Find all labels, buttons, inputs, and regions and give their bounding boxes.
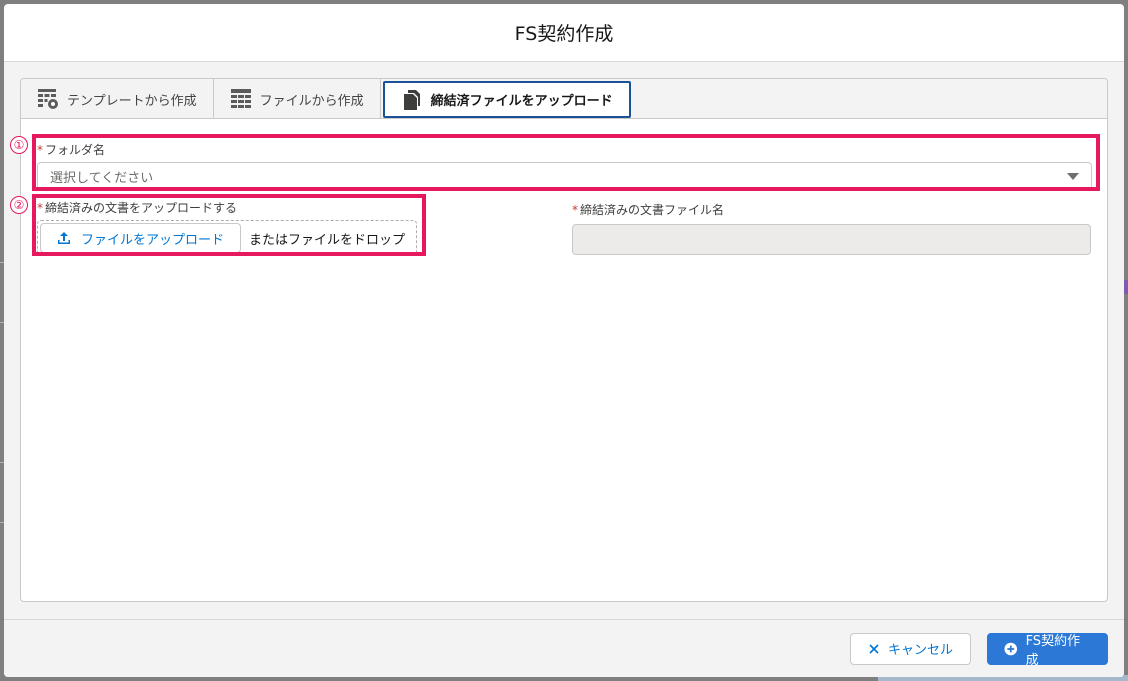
cancel-button[interactable]: キャンセル	[850, 632, 971, 665]
modal-footer: キャンセル FS契約作成	[4, 619, 1124, 677]
close-icon	[869, 643, 879, 654]
annotation-box-2	[32, 194, 426, 256]
modal-header: FS契約作成	[4, 4, 1124, 62]
create-label: FS契約作成	[1025, 633, 1081, 668]
template-table-icon	[38, 89, 58, 109]
tab-content	[21, 119, 1107, 601]
filename-label-text: 締結済みの文書ファイル名	[580, 203, 725, 217]
tab-from-file[interactable]: ファイルから作成	[214, 79, 381, 119]
table-grid-icon	[230, 89, 251, 108]
tab-upload-signed-file[interactable]: 締結済ファイルをアップロード	[382, 81, 631, 118]
create-contract-modal: FS契約作成 テンプレートから作成 ファイルから作成 締結済ファイルをアップロー…	[4, 4, 1124, 677]
filename-label: * 締結済みの文書ファイル名	[572, 201, 1092, 218]
tabset: テンプレートから作成 ファイルから作成 締結済ファイルをアップロード * フォル…	[10, 78, 1108, 602]
copy-document-icon	[403, 89, 420, 110]
annotation-marker-1: ①	[10, 136, 28, 154]
add-circle-icon	[1004, 642, 1018, 655]
annotation-box-1	[32, 134, 1100, 191]
tab-label: テンプレートから作成	[67, 93, 197, 109]
annotation-marker-2: ②	[10, 196, 28, 214]
modal-title: FS契約作成	[514, 23, 614, 45]
cancel-label: キャンセル	[887, 643, 953, 658]
tab-label: ファイルから作成	[259, 93, 364, 109]
filename-field: * 締結済みの文書ファイル名	[572, 201, 1092, 255]
tab-label: 締結済ファイルをアップロード	[430, 94, 613, 109]
create-contract-button[interactable]: FS契約作成	[987, 632, 1108, 668]
tab-from-template[interactable]: テンプレートから作成	[21, 79, 214, 119]
modal-body: テンプレートから作成 ファイルから作成 締結済ファイルをアップロード * フォル…	[4, 62, 1124, 619]
filename-input[interactable]	[572, 224, 1091, 255]
tab-bar: テンプレートから作成 ファイルから作成 締結済ファイルをアップロード	[21, 79, 1107, 119]
required-marker: *	[572, 203, 578, 217]
